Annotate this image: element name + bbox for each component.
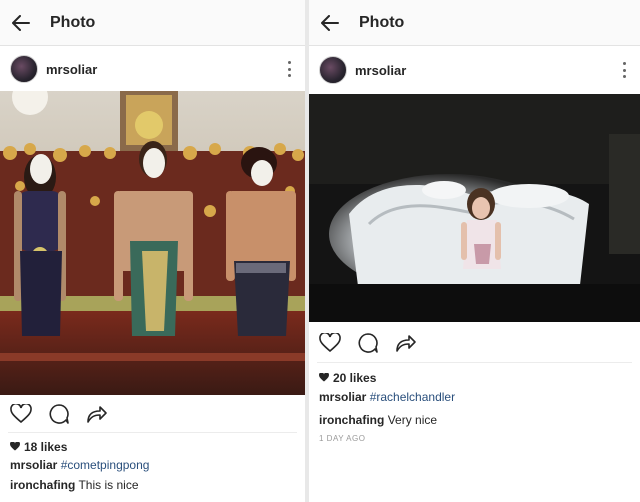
likes-heart-icon — [319, 371, 329, 385]
comment-text: Very nice — [387, 413, 438, 427]
right-post-screen: Photo mrsoliar 20 likes mrsoliar #rachel… — [309, 0, 640, 502]
divider — [8, 432, 297, 433]
post-username[interactable]: mrsoliar — [355, 63, 406, 78]
share-icon[interactable] — [393, 330, 419, 356]
comment: ironchafing Very nice — [319, 413, 437, 427]
comment-username[interactable]: ironchafing — [10, 478, 75, 492]
page-title: Photo — [359, 13, 405, 31]
comment-icon[interactable] — [46, 401, 72, 427]
share-icon[interactable] — [84, 401, 110, 427]
comment-username[interactable]: ironchafing — [319, 413, 384, 427]
back-arrow-icon[interactable] — [10, 12, 32, 34]
post-actions — [309, 327, 640, 359]
post-header: mrsoliar — [309, 48, 640, 92]
likes-label: 20 likes — [333, 371, 377, 385]
page-title: Photo — [50, 13, 96, 31]
post-timestamp: 1 DAY AGO — [319, 434, 366, 443]
caption-username[interactable]: mrsoliar — [319, 390, 366, 404]
likes-count[interactable]: 18 likes — [10, 440, 67, 454]
post-header: mrsoliar — [0, 47, 305, 91]
likes-label: 18 likes — [24, 440, 68, 454]
comment-text: This is nice — [78, 478, 139, 492]
post-photo[interactable] — [309, 94, 640, 322]
caption: mrsoliar #cometpingpong — [10, 458, 149, 472]
app-bar: Photo — [309, 0, 640, 46]
heart-icon[interactable] — [317, 330, 343, 356]
left-post-screen: Photo mrsoliar 18 likes mrsoliar #cometp… — [0, 0, 305, 502]
divider — [317, 362, 632, 363]
post-username[interactable]: mrsoliar — [46, 62, 97, 77]
post-actions — [0, 398, 305, 430]
back-arrow-icon[interactable] — [319, 12, 341, 34]
avatar[interactable] — [319, 56, 347, 84]
caption-username[interactable]: mrsoliar — [10, 458, 57, 472]
likes-count[interactable]: 20 likes — [319, 371, 376, 385]
more-options-icon[interactable] — [622, 62, 626, 78]
more-options-icon[interactable] — [287, 61, 291, 77]
hashtag-link[interactable]: #rachelchandler — [370, 390, 455, 404]
comment-icon[interactable] — [355, 330, 381, 356]
likes-heart-icon — [10, 440, 20, 454]
hashtag-link[interactable]: #cometpingpong — [61, 458, 150, 472]
app-bar: Photo — [0, 0, 305, 46]
post-photo[interactable] — [0, 91, 305, 395]
comment: ironchafing This is nice — [10, 478, 139, 492]
heart-icon[interactable] — [8, 401, 34, 427]
caption: mrsoliar #rachelchandler — [319, 390, 455, 404]
avatar[interactable] — [10, 55, 38, 83]
